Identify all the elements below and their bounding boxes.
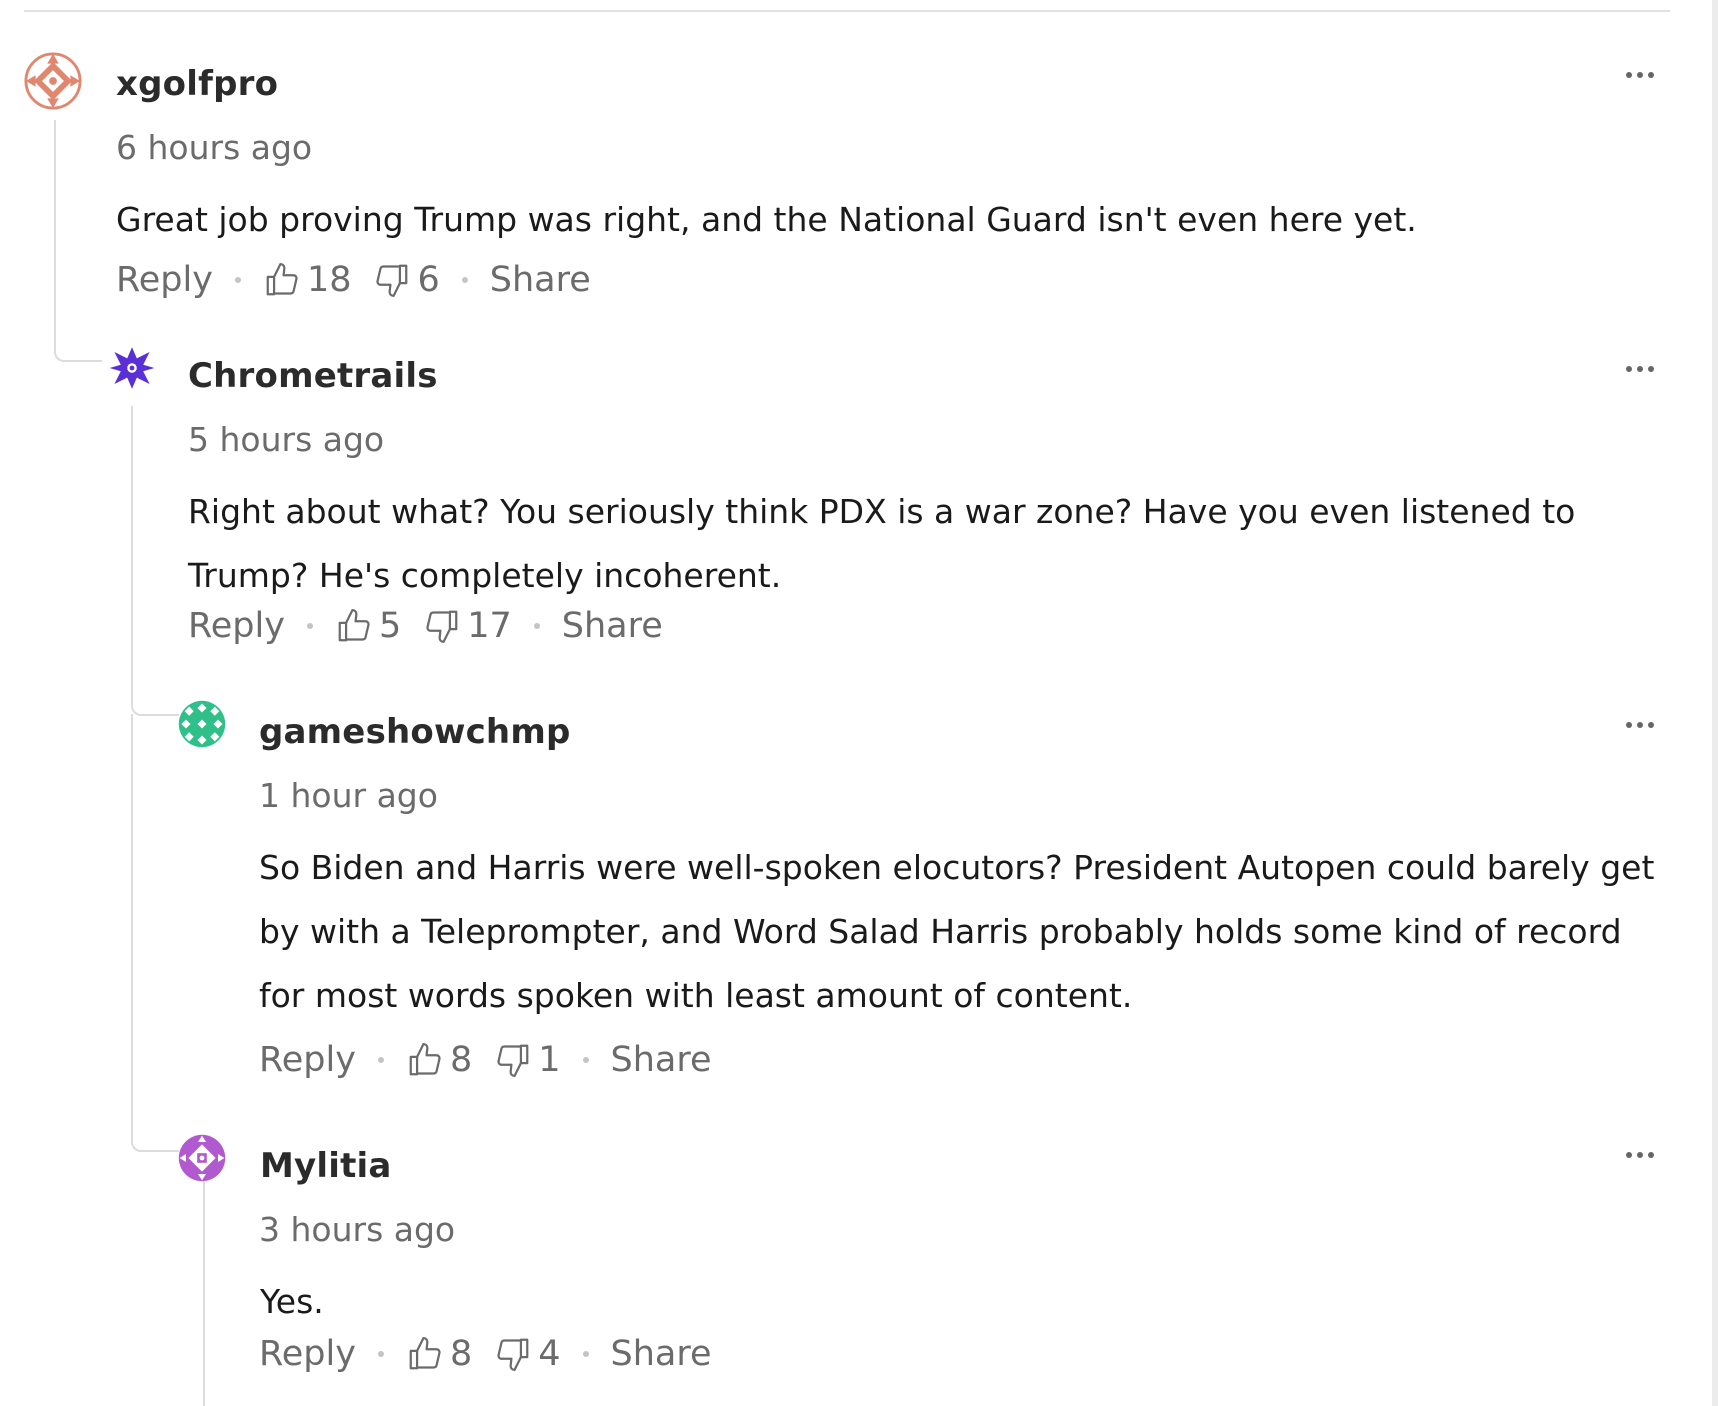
share-button[interactable]: Share (490, 260, 591, 300)
avatar-pattern-icon (178, 1134, 226, 1182)
separator-dot (533, 623, 540, 629)
comment-text: So Biden and Harris were well-spoken elo… (259, 848, 1655, 1015)
separator-dot (377, 1351, 384, 1357)
dislike-count: 17 (467, 606, 512, 646)
thumbs-up-icon (409, 1337, 441, 1370)
thread-line (131, 714, 179, 1152)
separator-dot (377, 1057, 384, 1063)
comment-actions: Reply 8 4 Share (259, 1334, 712, 1374)
avatar[interactable] (178, 1134, 226, 1182)
more-options-icon[interactable] (1626, 1152, 1654, 1158)
dislike-button[interactable]: 17 (423, 606, 512, 646)
share-button[interactable]: Share (562, 606, 663, 646)
thumbs-up-icon (266, 263, 298, 296)
dislike-button[interactable]: 6 (373, 260, 440, 300)
timestamp: 3 hours ago (259, 1210, 456, 1249)
separator-dot (234, 277, 241, 283)
like-count: 5 (378, 606, 402, 646)
more-options-icon[interactable] (1626, 72, 1654, 78)
username[interactable]: xgolfpro (116, 64, 278, 104)
avatar-pattern-icon (178, 700, 226, 748)
reply-button[interactable]: Reply (116, 260, 213, 300)
share-button[interactable]: Share (611, 1334, 712, 1374)
dislike-count: 4 (538, 1334, 561, 1374)
like-button[interactable]: 8 (406, 1040, 472, 1080)
thumbs-up-icon (338, 609, 370, 642)
like-count: 8 (449, 1334, 473, 1374)
avatar-pattern-icon (109, 347, 155, 389)
comment-text: Great job proving Trump was right, and t… (116, 200, 1417, 239)
comment-actions: Reply 5 17 Share (188, 606, 663, 646)
thumbs-up-icon (409, 1043, 441, 1076)
timestamp: 6 hours ago (116, 128, 313, 167)
dislike-button[interactable]: 1 (494, 1040, 561, 1080)
dislike-count: 6 (417, 260, 440, 300)
thumbs-down-icon (426, 610, 458, 643)
avatar[interactable] (108, 344, 156, 392)
reply-button[interactable]: Reply (259, 1040, 356, 1080)
like-button[interactable]: 18 (263, 260, 352, 300)
comment: Mylitia 3 hours ago Yes. Reply 8 4 Share (178, 1134, 1718, 1406)
like-count: 8 (449, 1040, 473, 1080)
share-button[interactable]: Share (611, 1040, 712, 1080)
comment: xgolfpro 6 hours ago Great job proving T… (24, 52, 1718, 322)
thumbs-down-icon (497, 1338, 529, 1371)
comment-actions: Reply 18 6 Share (116, 260, 591, 300)
like-count: 18 (306, 260, 352, 300)
separator-dot (582, 1057, 589, 1063)
thumbs-down-icon (376, 264, 408, 297)
reply-button[interactable]: Reply (188, 606, 285, 646)
comment: gameshowchmp 1 hour ago So Biden and Har… (178, 700, 1718, 1080)
comment-text: Right about what? You seriously think PD… (188, 492, 1576, 595)
comment-actions: Reply 8 1 Share (259, 1040, 712, 1080)
separator-dot (306, 623, 313, 629)
separator-dot (582, 1351, 589, 1357)
username[interactable]: Mylitia (260, 1146, 392, 1186)
dislike-count: 1 (538, 1040, 561, 1080)
timestamp: 1 hour ago (259, 776, 438, 815)
comment: Chrometrails 5 hours ago Right about wha… (108, 344, 1718, 664)
reply-button[interactable]: Reply (259, 1334, 356, 1374)
more-options-icon[interactable] (1626, 722, 1654, 728)
dislike-button[interactable]: 4 (494, 1334, 561, 1374)
username[interactable]: gameshowchmp (259, 712, 571, 752)
more-options-icon[interactable] (1626, 366, 1654, 372)
like-button[interactable]: 8 (406, 1334, 472, 1374)
avatar-pattern-icon (24, 52, 82, 110)
username[interactable]: Chrometrails (188, 356, 438, 396)
comment-text: Yes. (260, 1282, 324, 1321)
avatar[interactable] (178, 700, 226, 748)
avatar[interactable] (24, 52, 82, 110)
separator-dot (461, 277, 468, 283)
like-button[interactable]: 5 (335, 606, 401, 646)
timestamp: 5 hours ago (188, 420, 385, 459)
top-divider (24, 10, 1670, 12)
thumbs-down-icon (497, 1044, 529, 1077)
